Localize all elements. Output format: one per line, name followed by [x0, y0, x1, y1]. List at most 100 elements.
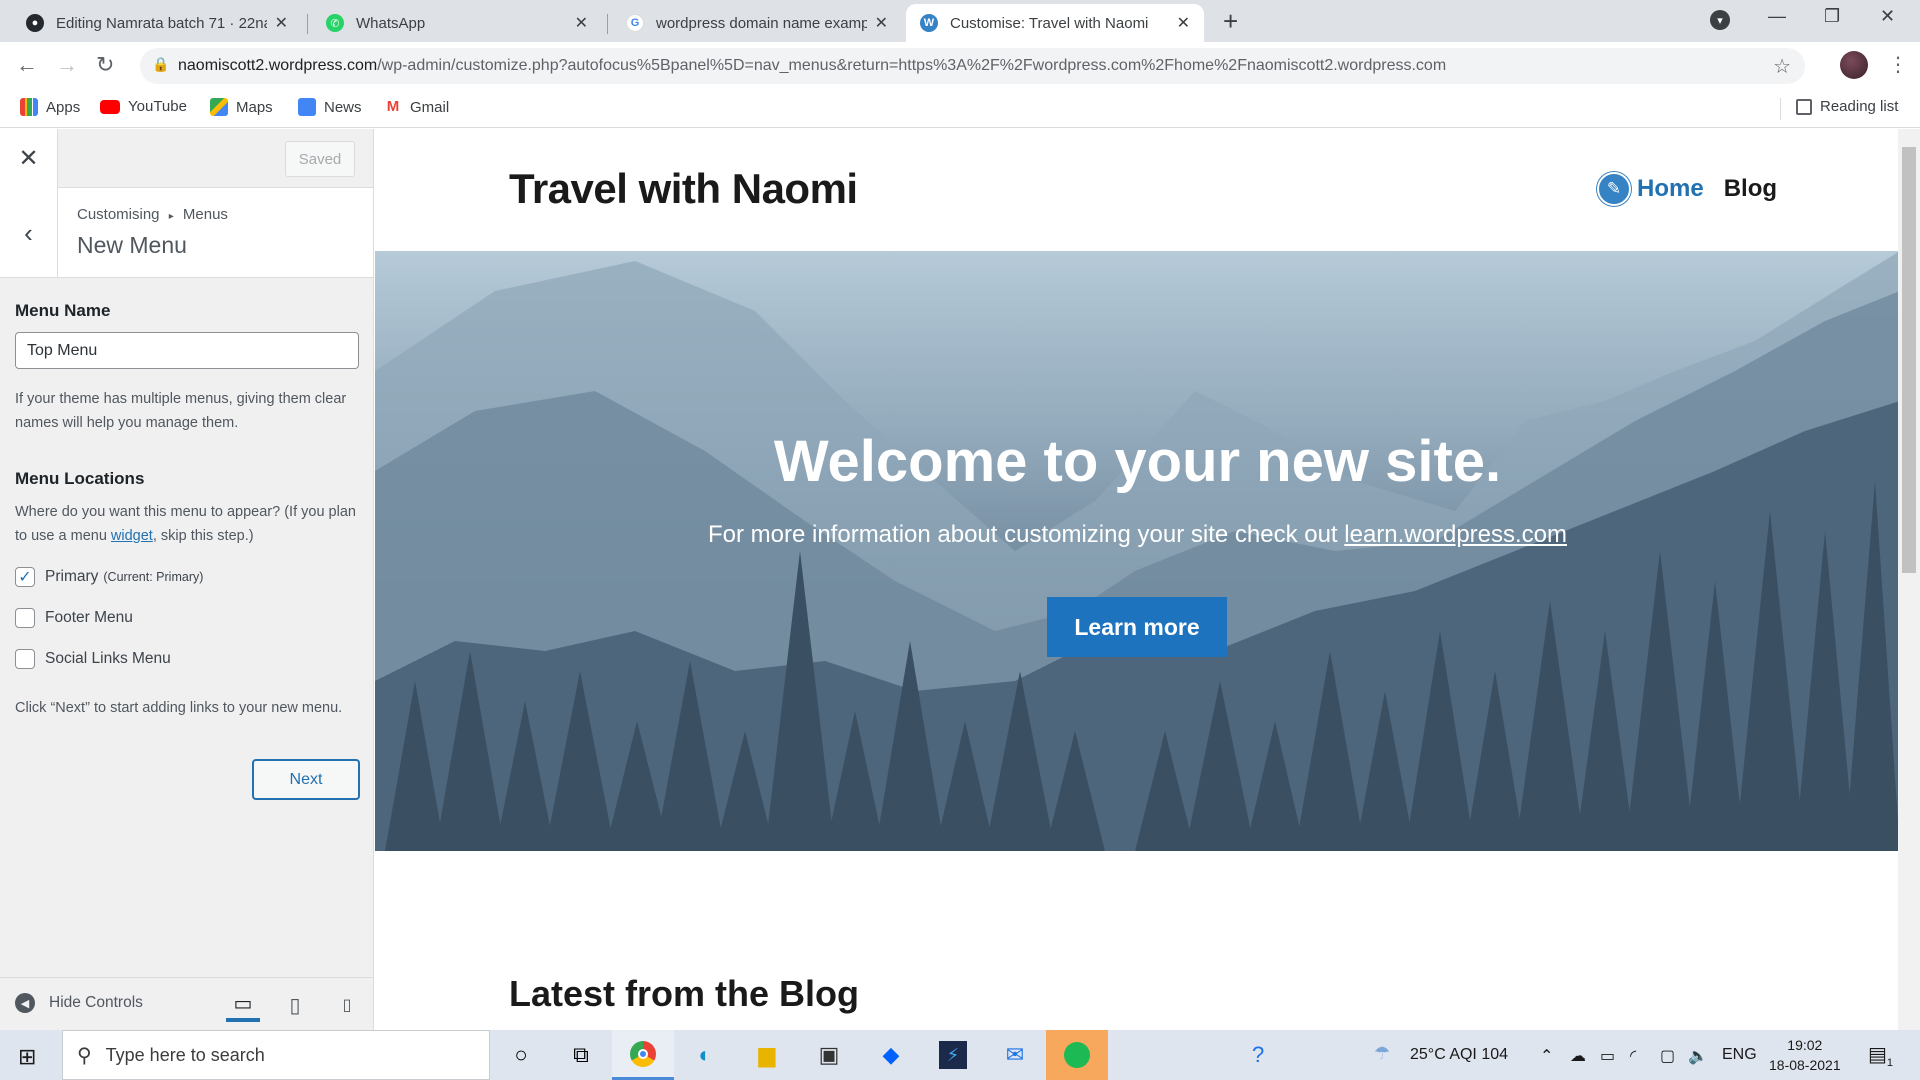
news-icon [298, 98, 316, 116]
close-tab-icon[interactable]: ✕ [275, 13, 288, 33]
browser-tab-active[interactable]: W Customise: Travel with Naomi ✕ [906, 4, 1204, 42]
show-hidden-icons[interactable]: ⌃ [1540, 1046, 1553, 1066]
spotify-icon[interactable] [1046, 1030, 1108, 1080]
desktop-preview-icon[interactable]: ▭ [226, 988, 260, 1022]
location-footer-menu[interactable]: Footer Menu [15, 608, 133, 628]
google-icon: G [626, 14, 644, 32]
bookmark-star-icon[interactable]: ☆ [1773, 54, 1791, 79]
weather-text[interactable]: 25°C AQI 104 [1410, 1046, 1508, 1064]
minimize-icon[interactable]: — [1768, 6, 1786, 27]
maps-icon [210, 98, 228, 116]
nav-blog-link[interactable]: Blog [1724, 175, 1777, 203]
dropbox-icon[interactable]: ◆ [860, 1030, 922, 1080]
close-customizer-icon[interactable]: ✕ [0, 129, 58, 188]
reading-list-icon [1796, 98, 1812, 115]
menu-name-help: If your theme has multiple menus, giving… [15, 391, 347, 431]
bookmark-apps[interactable]: Apps [20, 98, 80, 116]
mail-icon[interactable]: ✉ [984, 1030, 1046, 1080]
footer-menu-checkbox[interactable] [15, 608, 35, 628]
chrome-taskbar-icon[interactable] [612, 1030, 674, 1080]
system-clock[interactable]: 19:02 18-08-2021 [1769, 1035, 1841, 1075]
customizer-sidebar: ✕ Saved ‹ Customising ▸ Menus New Menu M… [0, 129, 374, 1030]
bookmark-gmail[interactable]: M Gmail [384, 98, 449, 116]
profile-avatar[interactable] [1840, 51, 1868, 79]
address-bar[interactable]: 🔒 naomiscott2.wordpress.com/wp-admin/cus… [140, 48, 1805, 84]
browser-tab[interactable]: ✆ WhatsApp ✕ [312, 4, 602, 42]
social-links-checkbox[interactable] [15, 649, 35, 669]
taskbar-search[interactable]: ⚲ Type here to search [62, 1030, 490, 1080]
volume-icon[interactable]: 🔈 [1688, 1046, 1708, 1066]
widget-link[interactable]: widget [111, 528, 153, 544]
mobile-preview-icon[interactable]: ▯ [330, 988, 364, 1022]
bookmarks-divider [1780, 98, 1781, 120]
close-tab-icon[interactable]: ✕ [575, 13, 588, 33]
gmail-icon: M [384, 98, 402, 116]
next-button[interactable]: Next [252, 759, 360, 800]
tab-separator [607, 14, 608, 34]
site-navigation: ✎ Home Blog [1597, 172, 1777, 206]
site-title[interactable]: Travel with Naomi [509, 165, 858, 213]
section-header: ‹ Customising ▸ Menus New Menu [0, 188, 373, 278]
browser-tab-strip: ● Editing Namrata batch 71 · 22nar ✕ ✆ W… [0, 0, 1920, 42]
bookmark-news[interactable]: News [298, 98, 362, 116]
close-tab-icon[interactable]: ✕ [875, 13, 888, 33]
forward-arrow-icon[interactable]: → [56, 52, 78, 78]
latest-blog-heading: Latest from the Blog [509, 973, 860, 1014]
bookmark-youtube[interactable]: YouTube [100, 98, 187, 115]
bookmark-maps[interactable]: Maps [210, 98, 273, 116]
saved-button[interactable]: Saved [285, 141, 355, 177]
browser-tab[interactable]: ● Editing Namrata batch 71 · 22nar ✕ [12, 4, 302, 42]
mountain-forest-background [375, 251, 1900, 851]
task-view-icon[interactable]: ⧉ [550, 1030, 612, 1080]
wordpress-icon: W [920, 14, 938, 32]
scrollbar-thumb[interactable] [1902, 147, 1916, 573]
browser-tab[interactable]: G wordpress domain name exampl ✕ [612, 4, 902, 42]
back-arrow-icon[interactable]: ← [16, 52, 38, 78]
location-social-links-menu[interactable]: Social Links Menu [15, 649, 171, 669]
learn-wordpress-link[interactable]: learn.wordpress.com [1344, 521, 1567, 548]
bookmarks-bar: Apps YouTube Maps News M Gmail Reading l… [0, 90, 1920, 128]
nav-home-link[interactable]: Home [1637, 175, 1704, 203]
battery-icon[interactable]: ▭ [1600, 1046, 1615, 1066]
menu-name-label: Menu Name [15, 301, 111, 320]
edge-taskbar-icon[interactable]: ◐ [674, 1030, 736, 1080]
new-tab-button[interactable]: + [1223, 6, 1238, 37]
menu-locations-help: Where do you want this menu to appear? (… [15, 504, 356, 544]
back-chevron-icon[interactable]: ‹ [0, 188, 58, 278]
restore-icon[interactable]: ❐ [1824, 6, 1840, 27]
tab-search-icon[interactable]: ▾ [1710, 10, 1730, 30]
primary-checkbox[interactable]: ✓ [15, 567, 35, 587]
url-text: naomiscott2.wordpress.com/wp-admin/custo… [178, 57, 1447, 74]
close-tab-icon[interactable]: ✕ [1177, 13, 1190, 33]
location-primary[interactable]: ✓ Primary (Current: Primary) [15, 567, 203, 587]
browser-toolbar: ← → ↻ 🔒 naomiscott2.wordpress.com/wp-adm… [0, 42, 1920, 90]
menu-locations-label: Menu Locations [15, 469, 145, 488]
browser-menu-icon[interactable]: ⋮ [1888, 52, 1908, 77]
section-title: New Menu [77, 232, 187, 258]
wifi-icon[interactable]: ◜ [1630, 1046, 1636, 1066]
notifications-icon[interactable]: ▤1 [1868, 1042, 1893, 1069]
learn-more-button[interactable]: Learn more [1047, 597, 1227, 657]
preview-scrollbar[interactable] [1898, 129, 1920, 1030]
language-indicator[interactable]: ENG [1722, 1046, 1757, 1064]
search-icon: ⚲ [77, 1044, 92, 1067]
file-explorer-icon[interactable]: ▆ [736, 1030, 798, 1080]
cortana-icon[interactable]: ○ [490, 1030, 552, 1080]
reading-list[interactable]: Reading list [1796, 98, 1898, 115]
app-taskbar-icon[interactable]: ⚡ [922, 1030, 984, 1080]
windows-taskbar: ⊞ ⚲ Type here to search ○ ⧉ ◐ ▆ ▣ ◆ ⚡ ✉ … [0, 1030, 1920, 1080]
lock-icon: 🔒 [152, 56, 170, 72]
windows-start-icon[interactable]: ⊞ [18, 1044, 36, 1070]
store-icon[interactable]: ▣ [798, 1030, 860, 1080]
window-close-icon[interactable]: ✕ [1880, 6, 1895, 27]
reload-icon[interactable]: ↻ [96, 52, 114, 78]
edit-shortcut-pencil-icon[interactable]: ✎ [1597, 172, 1631, 206]
apps-grid-icon [20, 98, 38, 116]
menu-name-input[interactable] [15, 332, 359, 369]
onedrive-icon[interactable]: ☁ [1570, 1046, 1586, 1066]
hide-controls-button[interactable]: ◀ Hide Controls [15, 993, 143, 1013]
hero-subtitle: For more information about customizing y… [707, 521, 1568, 548]
meet-icon[interactable]: ▢ [1660, 1046, 1675, 1066]
tablet-preview-icon[interactable]: ▯ [278, 988, 312, 1022]
help-icon[interactable]: ? [1252, 1042, 1264, 1068]
